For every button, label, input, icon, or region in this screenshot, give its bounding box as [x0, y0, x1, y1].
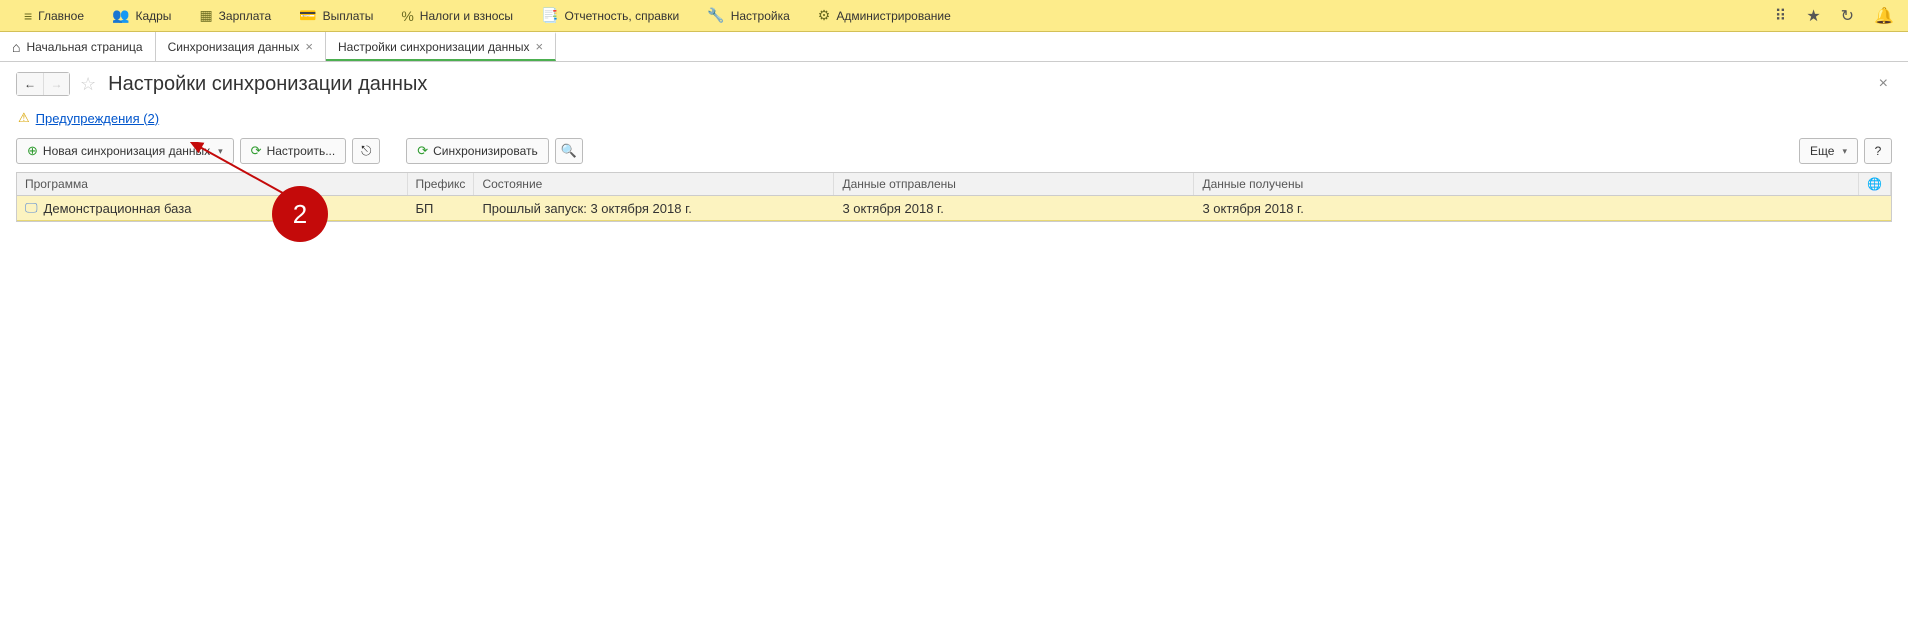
- menu-label: Отчетность, справки: [565, 9, 680, 23]
- bell-icon[interactable]: 🔔: [1870, 2, 1898, 30]
- button-label: Синхронизировать: [433, 144, 538, 158]
- percent-icon: %: [401, 8, 413, 24]
- cell-sent: 3 октября 2018 г.: [834, 196, 1194, 221]
- menu-otchetnost[interactable]: 📑 Отчетность, справки: [527, 0, 693, 32]
- menu-zarplata[interactable]: ▦ Зарплата: [185, 0, 285, 32]
- warnings-link[interactable]: Предупреждения (2): [36, 111, 159, 126]
- cell-prefix: БП: [407, 196, 474, 221]
- sync-button[interactable]: ⟳ Синхронизировать: [406, 138, 549, 164]
- plus-icon: ⊕: [27, 143, 38, 159]
- menu-label: Кадры: [135, 9, 171, 23]
- warnings-row: ⚠ Предупреждения (2): [0, 106, 1908, 130]
- wrench-icon: 🔧: [707, 7, 724, 24]
- close-icon[interactable]: ×: [305, 39, 313, 54]
- star-icon[interactable]: ★: [1802, 2, 1824, 30]
- globe-icon: 🌐: [1867, 177, 1882, 191]
- menu-label: Выплаты: [323, 9, 374, 23]
- search-refresh-icon: 🔍: [561, 143, 577, 159]
- cell-status: Прошлый запуск: 3 октября 2018 г.: [474, 196, 834, 221]
- menu-label: Администрирование: [836, 9, 950, 23]
- export-button[interactable]: ⎋: [352, 138, 380, 164]
- col-sent[interactable]: Данные отправлены: [834, 173, 1194, 196]
- annotation-number: 2: [293, 199, 307, 230]
- menu-label: Зарплата: [219, 9, 272, 23]
- top-menu-bar: ≡ Главное 👥 Кадры ▦ Зарплата 💳 Выплаты % Нало…: [0, 0, 1908, 32]
- apps-icon[interactable]: ⠿: [1771, 2, 1791, 30]
- tab-label: Синхронизация данных: [168, 40, 300, 54]
- favorite-star-icon[interactable]: ☆: [80, 74, 96, 95]
- page-title: Настройки синхронизации данных: [108, 73, 1875, 96]
- menu-icon: ≡: [24, 8, 32, 24]
- annotation-marker-2: 2: [272, 186, 328, 242]
- col-program[interactable]: Программа: [17, 173, 407, 196]
- menu-admin[interactable]: ⚙ Администрирование: [804, 0, 965, 32]
- menu-label: Настройка: [731, 9, 790, 23]
- nav-forward-button[interactable]: →: [43, 73, 69, 95]
- new-sync-button[interactable]: ⊕ Новая синхронизация данных: [16, 138, 234, 164]
- button-label: Еще: [1810, 144, 1834, 158]
- people-icon: 👥: [112, 7, 129, 24]
- col-received[interactable]: Данные получены: [1194, 173, 1859, 196]
- menu-label: Главное: [38, 9, 84, 23]
- menu-nalogi[interactable]: % Налоги и взносы: [387, 0, 527, 32]
- tabs-bar: Начальная страница Синхронизация данных ×…: [0, 32, 1908, 62]
- close-icon[interactable]: ×: [536, 39, 544, 54]
- gear-refresh-icon: ⟳: [251, 143, 262, 159]
- nav-buttons: ← →: [16, 72, 70, 96]
- history-icon[interactable]: ↻: [1837, 2, 1858, 30]
- col-globe[interactable]: 🌐: [1859, 173, 1891, 196]
- menu-main[interactable]: ≡ Главное: [10, 0, 98, 32]
- tab-sync-data[interactable]: Синхронизация данных ×: [156, 32, 326, 61]
- sync-icon: ⟳: [417, 143, 428, 159]
- cell-received: 3 октября 2018 г.: [1194, 196, 1859, 221]
- more-button[interactable]: Еще: [1799, 138, 1858, 164]
- menu-nastroika[interactable]: 🔧 Настройка: [693, 0, 804, 32]
- refresh-search-button[interactable]: 🔍: [555, 138, 583, 164]
- card-icon: 💳: [299, 7, 316, 24]
- menu-vyplaty[interactable]: 💳 Выплаты: [285, 0, 387, 32]
- grid-icon: ▦: [199, 7, 212, 24]
- tab-home[interactable]: Начальная страница: [0, 32, 156, 61]
- col-status[interactable]: Состояние: [474, 173, 834, 196]
- page-close-button[interactable]: ×: [1875, 71, 1892, 97]
- menu-kadry[interactable]: 👥 Кадры: [98, 0, 185, 32]
- warning-icon: ⚠: [18, 110, 30, 126]
- nav-back-button[interactable]: ←: [17, 73, 43, 95]
- monitor-icon: 🖵: [25, 200, 38, 216]
- button-label: Новая синхронизация данных: [43, 144, 210, 158]
- cell-program: Демонстрационная база: [44, 201, 192, 216]
- tab-sync-settings[interactable]: Настройки синхронизации данных ×: [326, 32, 556, 61]
- menu-label: Налоги и взносы: [420, 9, 513, 23]
- gear-icon: ⚙: [818, 7, 831, 24]
- report-icon: 📑: [541, 7, 558, 24]
- help-button[interactable]: ?: [1864, 138, 1892, 164]
- action-toolbar: ⊕ Новая синхронизация данных ⟳ Настроить..…: [0, 130, 1908, 172]
- export-icon: ⎋: [361, 143, 371, 159]
- page-header: ← → ☆ Настройки синхронизации данных ×: [0, 62, 1908, 106]
- col-prefix[interactable]: Префикс: [407, 173, 474, 196]
- help-label: ?: [1875, 144, 1882, 158]
- configure-button[interactable]: ⟳ Настроить...: [240, 138, 347, 164]
- tab-label: Начальная страница: [26, 40, 142, 54]
- tab-label: Настройки синхронизации данных: [338, 40, 530, 54]
- button-label: Настроить...: [267, 144, 336, 158]
